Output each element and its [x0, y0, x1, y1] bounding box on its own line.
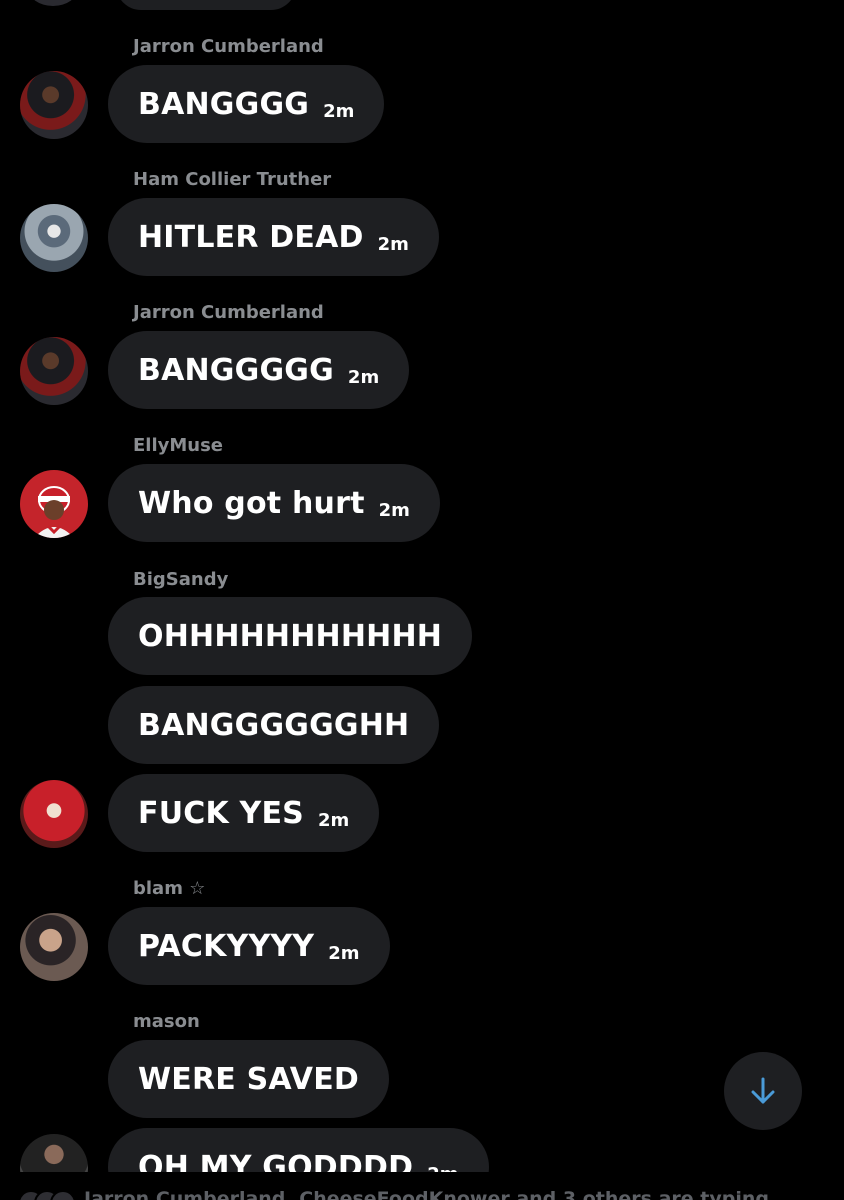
message-text: PACKYYYY [138, 928, 315, 964]
message-time: 2m [378, 499, 410, 521]
arrow-down-icon [751, 1077, 775, 1104]
avatar[interactable] [20, 204, 88, 272]
message-text: OH MY GODDDD [138, 1149, 414, 1173]
avatar[interactable] [20, 780, 88, 848]
message-time: 2m [427, 1164, 458, 1173]
message-bubble[interactable]: PACKYYYY 2m [108, 907, 390, 985]
sender-name[interactable]: blam ☆ [133, 878, 205, 899]
message-text: HITLER DEAD [138, 219, 364, 255]
message-text: BANGGGG [138, 86, 310, 122]
message-text: Who got hurt [138, 485, 365, 521]
message-bubble[interactable]: Who got hurt 2m [108, 464, 440, 542]
message-text: WERE SAVED [138, 1061, 360, 1097]
sender-name[interactable]: Jarron Cumberland [133, 302, 324, 323]
avatar[interactable] [20, 1134, 88, 1172]
message-text: FUCK YES [138, 795, 304, 831]
message-bubble[interactable]: WERE SAVED [108, 1040, 390, 1118]
message-time: 2m [318, 809, 350, 831]
message-bubble[interactable]: BANGGGGGGHH [108, 686, 440, 764]
typing-indicator-text: Jarron Cumberland, CheeseFoodKnower and … [84, 1188, 769, 1200]
avatar[interactable] [20, 470, 88, 538]
message-text: BANGGGGGGHH [138, 707, 410, 743]
typing-indicator: Jarron Cumberland, CheeseFoodKnower and … [0, 1172, 844, 1200]
message-bubble[interactable]: OHHHHHHHHHHH [108, 597, 473, 675]
chat-message-list[interactable]: Jarron Cumberland BANGGGG 2m Ham Collier… [0, 0, 844, 1172]
message-bubble[interactable]: HITLER DEAD 2m [108, 198, 439, 276]
avatar[interactable] [28, 0, 78, 6]
avatar[interactable] [20, 913, 88, 981]
sender-name[interactable]: mason [133, 1011, 200, 1032]
sender-name[interactable]: Jarron Cumberland [133, 36, 324, 57]
avatar-illustration [34, 486, 74, 538]
message-bubble[interactable]: BANGGGG 2m [108, 65, 385, 143]
message-time: 2m [323, 100, 355, 122]
avatar[interactable] [20, 337, 88, 405]
message-bubble[interactable]: OH MY GODDDD 2m [108, 1128, 489, 1172]
message-bubble[interactable]: BANGGGGG 2m [108, 331, 410, 409]
avatar[interactable] [20, 71, 88, 139]
message-text: BANGGGGG [138, 352, 334, 388]
message-bubble[interactable]: FUCK YES 2m [108, 774, 380, 852]
sender-name[interactable]: EllyMuse [133, 435, 223, 456]
scroll-to-bottom-button[interactable] [724, 1052, 802, 1130]
message-text: OHHHHHHHHHHH [138, 618, 443, 654]
message-time: 2m [347, 366, 380, 388]
message-time: 2m [328, 942, 360, 964]
message-bubble[interactable] [116, 0, 296, 10]
sender-name[interactable]: Ham Collier Truther [133, 169, 331, 190]
typing-avatars [18, 1190, 78, 1200]
sender-name[interactable]: BigSandy [133, 569, 228, 590]
message-time: 2m [377, 233, 409, 255]
